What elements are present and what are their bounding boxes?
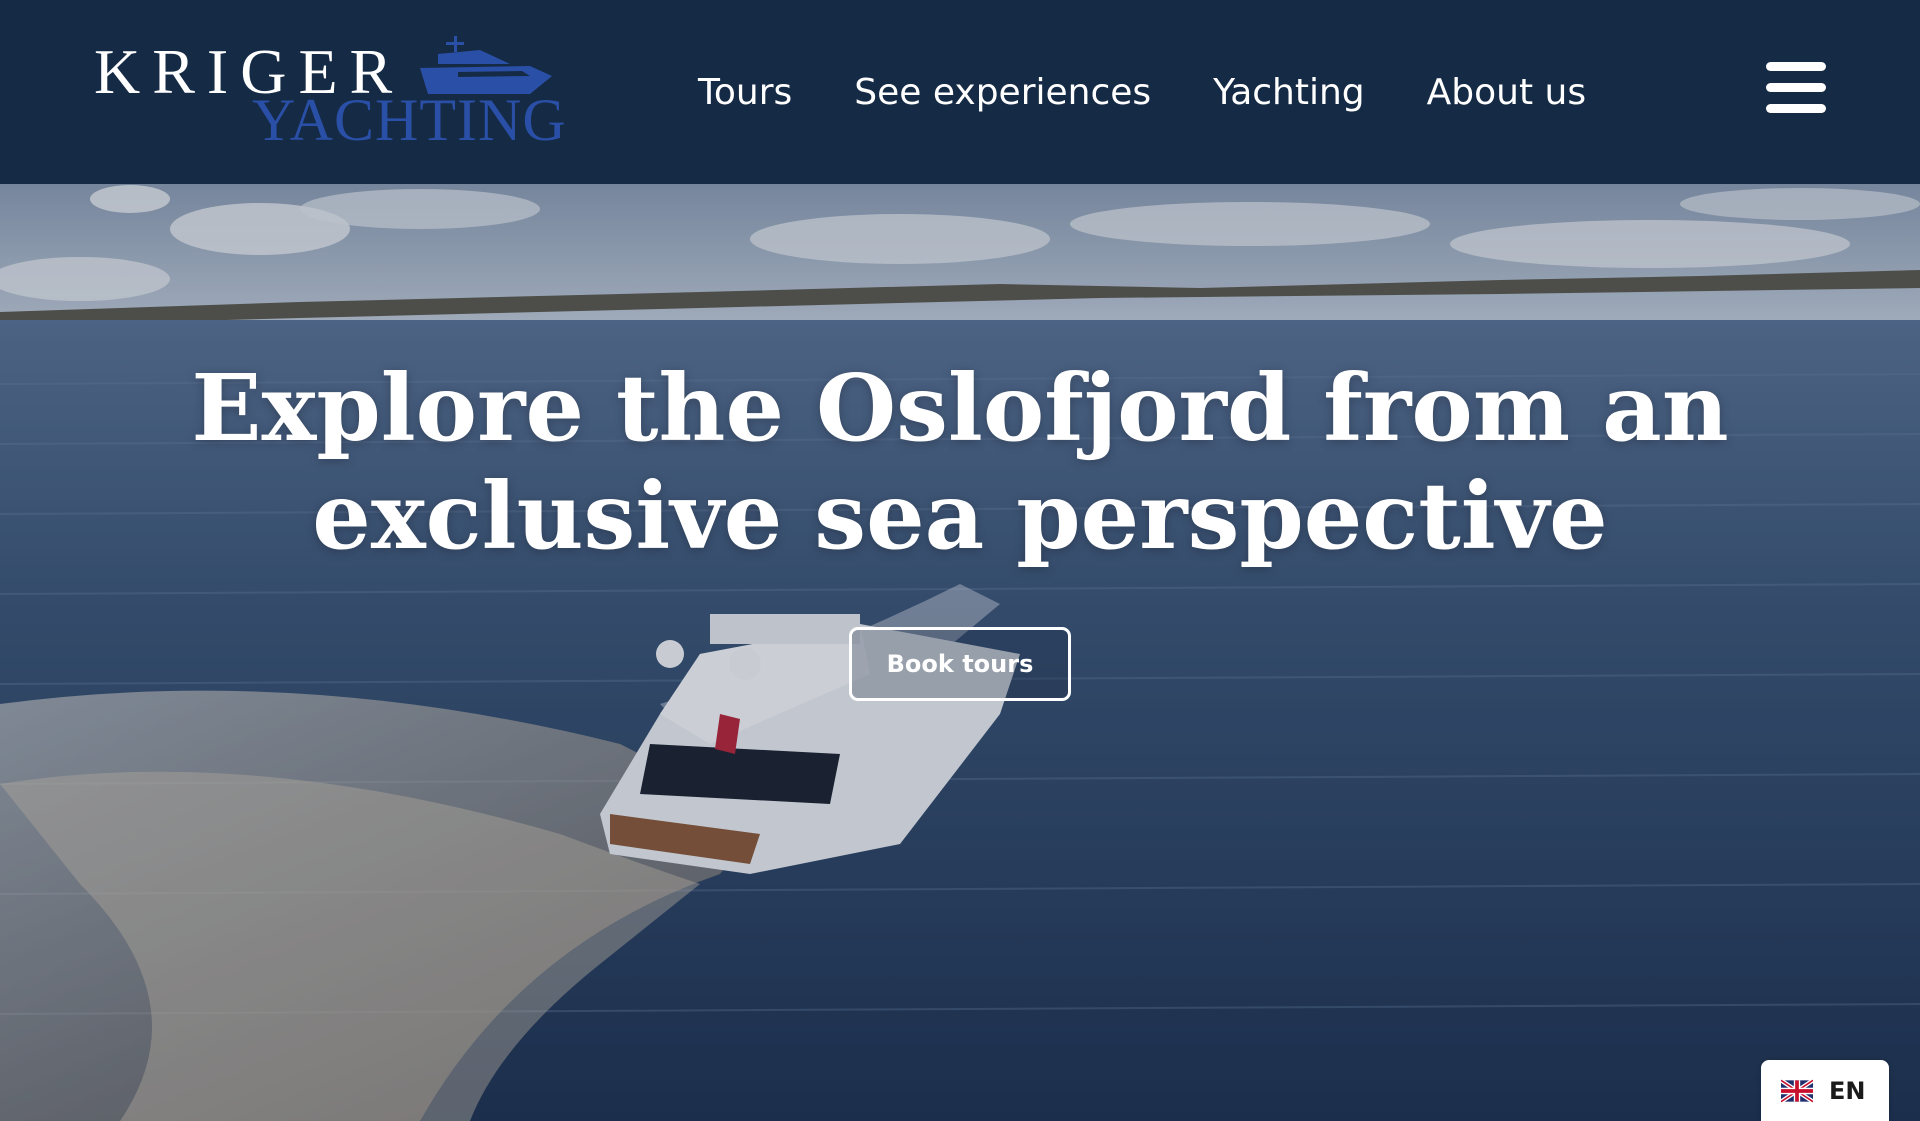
hero-title: Explore the Oslofjord from an exclusive … (191, 354, 1729, 570)
menu-bar (1766, 83, 1826, 92)
menu-bar (1766, 62, 1826, 71)
nav-item-about-us[interactable]: About us (1427, 72, 1586, 113)
hamburger-menu-icon[interactable] (1766, 62, 1826, 114)
logo-text-yachting: YACHTING (252, 87, 567, 153)
book-tours-button[interactable]: Book tours (849, 627, 1071, 701)
nav-item-yachting[interactable]: Yachting (1213, 72, 1365, 113)
main-nav: Tours See experiences Yachting About us (698, 64, 1586, 120)
logo-link[interactable]: KRIGER YACHTING (92, 30, 566, 160)
nav-item-tours[interactable]: Tours (698, 72, 792, 113)
language-code: EN (1829, 1076, 1866, 1105)
nav-item-see-experiences[interactable]: See experiences (854, 72, 1151, 113)
menu-bar (1766, 104, 1826, 113)
uk-flag-icon (1781, 1078, 1813, 1103)
site-header: KRIGER YACHTING Tours See experiences Ya… (0, 0, 1920, 184)
language-switcher[interactable]: EN (1761, 1060, 1889, 1121)
hero-section: Explore the Oslofjord from an exclusive … (0, 184, 1920, 1121)
